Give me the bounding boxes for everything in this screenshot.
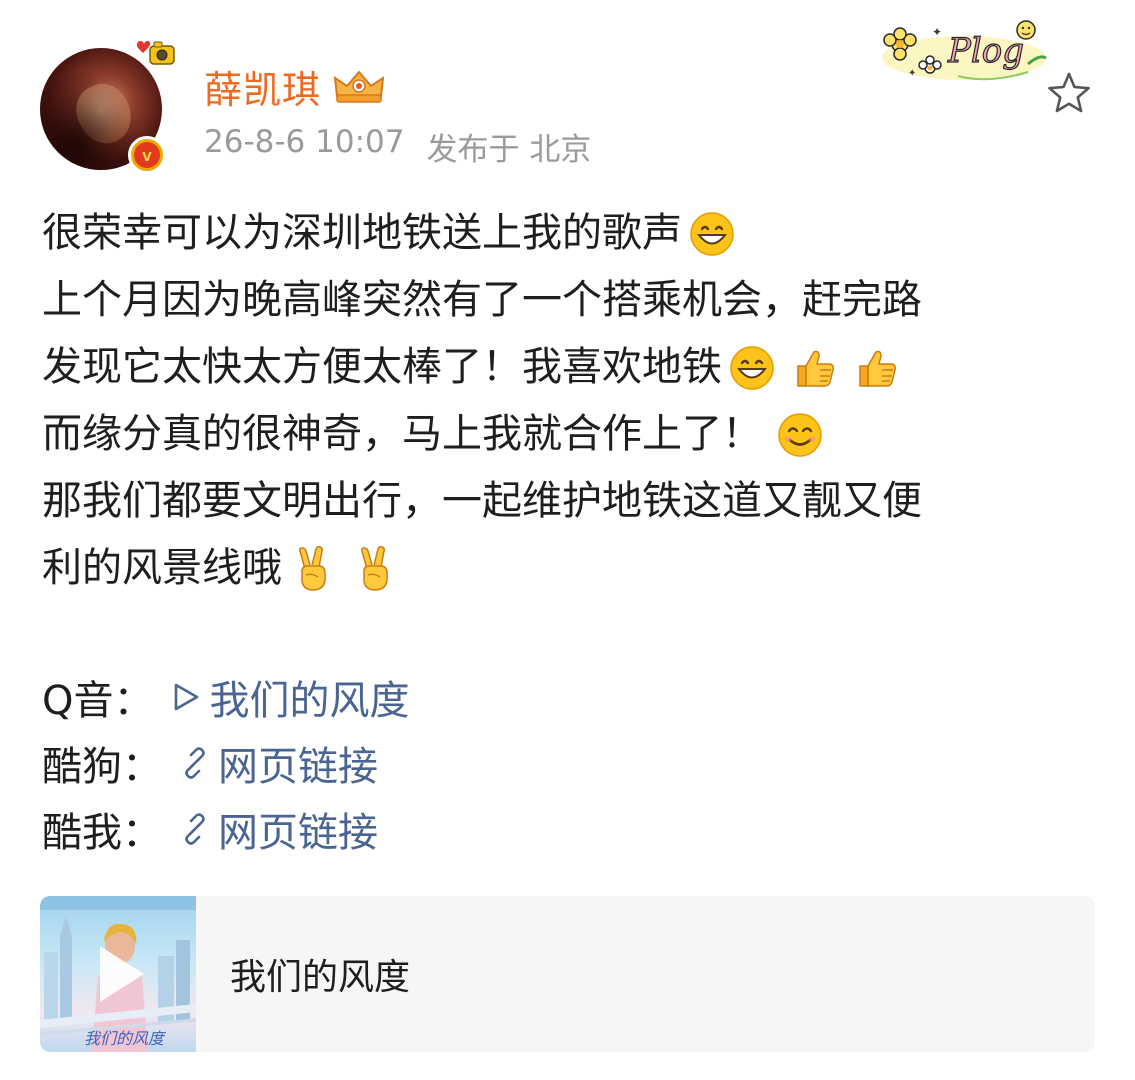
smile-emoji-icon — [778, 412, 822, 457]
link-prefix: 酷我： — [42, 810, 162, 856]
play-icon[interactable] — [100, 946, 144, 1002]
username-row: 薛凯琪 — [204, 58, 387, 114]
link-label: 网页链接 — [218, 810, 378, 856]
qmusic-song-link[interactable]: 我们的风度 — [169, 668, 409, 726]
thumbs-up-emoji-icon — [859, 350, 896, 387]
link-label: 我们的风度 — [209, 678, 410, 724]
post-location: 发布于 北京 — [426, 132, 592, 168]
post-line: 那我们都要文明出行，一起维护地铁这道又靓又便 — [42, 468, 1102, 535]
link-prefix: 酷狗： — [42, 744, 162, 790]
kuwo-web-link[interactable]: 网页链接 — [178, 800, 378, 858]
post-line: 上个月因为晚高峰突然有了一个搭乘机会，赶完路 — [42, 267, 1102, 334]
plog-sticker-icon: ✦ ✦ Plog — [882, 20, 1047, 81]
link-row-kuwo: 酷我： 网页链接 — [42, 796, 409, 862]
avatar[interactable]: v — [40, 41, 175, 174]
svg-text:Plog: Plog — [947, 31, 1024, 71]
post-line: 而缘分真的很神奇，马上我就合作上了！ — [42, 401, 1102, 468]
favorite-star-icon[interactable] — [1044, 68, 1094, 118]
grin-emoji-icon — [730, 345, 774, 390]
post-line-text: 发现它太快太方便太棒了！我喜欢地铁 — [42, 344, 722, 390]
link-icon — [185, 813, 205, 845]
svg-text:✦: ✦ — [908, 68, 916, 79]
post-line-text: 很荣幸可以为深圳地铁送上我的歌声 — [42, 210, 682, 256]
music-links: Q音： 我们的风度 酷狗： 网页链接 酷我： 网页链接 — [42, 664, 409, 862]
post-line-text: 利的风景线哦 — [42, 545, 282, 591]
album-cover[interactable]: 我们的风度 — [40, 896, 196, 1052]
kugou-web-link[interactable]: 网页链接 — [178, 734, 378, 792]
post-line: 发现它太快太方便太棒了！我喜欢地铁 — [42, 334, 1102, 401]
vip-crown-icon[interactable] — [331, 66, 387, 106]
username[interactable]: 薛凯琪 — [204, 59, 321, 114]
link-row-qmusic: Q音： 我们的风度 — [42, 664, 409, 730]
post-line: 利的风景线哦 — [42, 535, 1102, 602]
post-meta: 26-8-6 10:07 发布于 北京 — [204, 124, 591, 169]
music-card-title: 我们的风度 — [230, 957, 411, 998]
post-body: 很荣幸可以为深圳地铁送上我的歌声 上个月因为晚高峰突然有了一个搭乘机会，赶完路 … — [42, 200, 1102, 602]
post-timestamp: 26-8-6 10:07 — [204, 124, 405, 160]
link-icon — [185, 747, 205, 779]
post-line-text: 而缘分真的很神奇，马上我就合作上了！ — [42, 411, 762, 457]
post-line: 很荣幸可以为深圳地铁送上我的歌声 — [42, 200, 1102, 267]
svg-text:✦: ✦ — [932, 25, 942, 39]
play-triangle-icon — [175, 683, 199, 711]
grin-emoji-icon — [690, 211, 734, 256]
link-prefix: Q音： — [42, 678, 154, 724]
music-card[interactable]: 我们的风度 我们的风度 — [40, 896, 1095, 1052]
avatar-decoration-icon — [136, 41, 175, 65]
post-line-text: 那我们都要文明出行，一起维护地铁这道又靓又便 — [42, 478, 922, 524]
verified-badge-icon: v — [128, 136, 166, 174]
link-row-kugou: 酷狗： 网页链接 — [42, 730, 409, 796]
post-line-text: 上个月因为晚高峰突然有了一个搭乘机会，赶完路 — [42, 277, 922, 323]
victory-hand-emoji-icon — [299, 545, 326, 591]
svg-text:我们的风度: 我们的风度 — [84, 1029, 167, 1048]
thumbs-up-emoji-icon — [797, 350, 834, 387]
link-label: 网页链接 — [218, 744, 378, 790]
victory-hand-emoji-icon — [361, 545, 388, 591]
